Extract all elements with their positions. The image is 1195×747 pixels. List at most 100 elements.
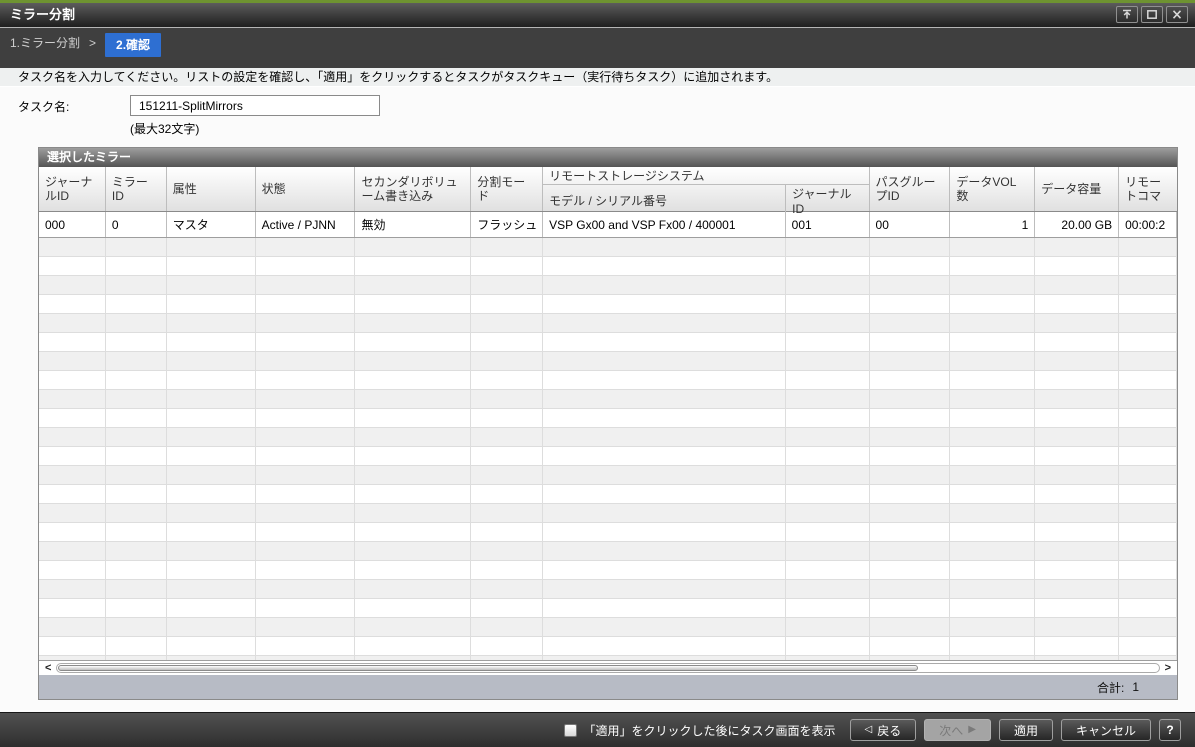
empty-cell bbox=[1035, 428, 1119, 446]
empty-cell bbox=[39, 390, 106, 408]
empty-cell bbox=[256, 485, 356, 503]
empty-cell bbox=[1035, 390, 1119, 408]
empty-cell bbox=[256, 390, 356, 408]
column-header-journal-id[interactable]: ジャーナルID bbox=[39, 167, 106, 211]
empty-cell bbox=[1119, 504, 1177, 522]
empty-cell bbox=[167, 390, 256, 408]
action-bar: 「適用」をクリックした後にタスク画面を表示 ◁ 戻る 次へ ▶ 適用 キャンセル… bbox=[0, 712, 1195, 747]
h-scrollbar[interactable]: < > bbox=[39, 660, 1177, 675]
scroll-left-icon[interactable]: < bbox=[45, 661, 51, 675]
empty-cell bbox=[256, 599, 356, 617]
cell-split-mode: フラッシュ bbox=[471, 212, 543, 237]
empty-cell bbox=[786, 409, 870, 427]
column-header-split-mode[interactable]: 分割モード bbox=[471, 167, 543, 211]
empty-cell bbox=[256, 580, 356, 598]
maximize-button[interactable] bbox=[1141, 6, 1163, 23]
empty-cell bbox=[870, 314, 951, 332]
empty-cell bbox=[1035, 352, 1119, 370]
empty-cell bbox=[950, 390, 1035, 408]
total-value: 1 bbox=[1132, 680, 1139, 694]
empty-cell bbox=[543, 599, 786, 617]
column-header-mirror-id[interactable]: ミラーID bbox=[106, 167, 167, 211]
empty-cell bbox=[786, 314, 870, 332]
table-title: 選択したミラー bbox=[39, 148, 1177, 167]
column-header-data-capacity[interactable]: データ容量 bbox=[1035, 167, 1119, 211]
rollup-icon bbox=[1121, 9, 1133, 20]
h-scrollbar-thumb[interactable] bbox=[58, 665, 918, 671]
column-header-data-vol-count[interactable]: データVOL数 bbox=[950, 167, 1035, 211]
empty-row bbox=[39, 295, 1177, 314]
empty-cell bbox=[106, 390, 167, 408]
empty-row bbox=[39, 352, 1177, 371]
empty-cell bbox=[355, 447, 471, 465]
empty-cell bbox=[256, 295, 356, 313]
breadcrumb-step-1[interactable]: 1.ミラー分割 bbox=[10, 33, 80, 52]
close-button[interactable] bbox=[1166, 6, 1188, 23]
empty-cell bbox=[167, 466, 256, 484]
empty-cell bbox=[1119, 599, 1177, 617]
empty-cell bbox=[1035, 637, 1119, 655]
empty-cell bbox=[471, 561, 543, 579]
empty-cell bbox=[256, 409, 356, 427]
empty-cell bbox=[950, 504, 1035, 522]
empty-cell bbox=[1119, 314, 1177, 332]
empty-cell bbox=[167, 352, 256, 370]
column-header-attribute[interactable]: 属性 bbox=[167, 167, 256, 211]
empty-cell bbox=[39, 523, 106, 541]
scroll-right-icon[interactable]: > bbox=[1165, 661, 1171, 675]
help-button[interactable]: ? bbox=[1159, 719, 1181, 741]
empty-cell bbox=[106, 352, 167, 370]
empty-cell bbox=[870, 637, 951, 655]
empty-cell bbox=[355, 618, 471, 636]
empty-cell bbox=[355, 314, 471, 332]
back-button[interactable]: ◁ 戻る bbox=[850, 719, 917, 741]
empty-cell bbox=[786, 238, 870, 256]
cell-status: Active / PJNN bbox=[256, 212, 356, 237]
next-button[interactable]: 次へ ▶ bbox=[924, 719, 991, 741]
rollup-button[interactable] bbox=[1116, 6, 1138, 23]
empty-cell bbox=[471, 447, 543, 465]
empty-cell bbox=[39, 542, 106, 560]
cancel-button[interactable]: キャンセル bbox=[1061, 719, 1151, 741]
empty-cell bbox=[39, 466, 106, 484]
empty-cell bbox=[1119, 409, 1177, 427]
close-icon bbox=[1171, 9, 1183, 20]
empty-cell bbox=[1035, 618, 1119, 636]
breadcrumb-separator: > bbox=[89, 33, 96, 52]
empty-row bbox=[39, 523, 1177, 542]
empty-cell bbox=[256, 542, 356, 560]
empty-cell bbox=[355, 333, 471, 351]
column-header-remote-command-device[interactable]: リモートコマ bbox=[1119, 167, 1177, 211]
empty-cell bbox=[256, 257, 356, 275]
task-name-input[interactable] bbox=[130, 95, 380, 116]
empty-cell bbox=[950, 447, 1035, 465]
apply-button[interactable]: 適用 bbox=[999, 719, 1053, 741]
column-header-path-group-id[interactable]: パスグループID bbox=[870, 167, 951, 211]
cell-remote-journal-id: 001 bbox=[786, 212, 870, 237]
table-row[interactable]: 000 0 マスタ Active / PJNN 無効 フラッシュ VSP Gx0… bbox=[39, 212, 1177, 238]
empty-cell bbox=[1119, 447, 1177, 465]
empty-cell bbox=[950, 618, 1035, 636]
empty-cell bbox=[39, 580, 106, 598]
empty-cell bbox=[355, 599, 471, 617]
empty-cell bbox=[106, 238, 167, 256]
empty-cell bbox=[167, 295, 256, 313]
empty-cell bbox=[106, 618, 167, 636]
empty-cell bbox=[1119, 428, 1177, 446]
empty-cell bbox=[167, 276, 256, 294]
empty-cell bbox=[870, 238, 951, 256]
empty-cell bbox=[167, 523, 256, 541]
empty-cell bbox=[786, 276, 870, 294]
show-task-screen-checkbox[interactable] bbox=[564, 724, 577, 737]
empty-cell bbox=[256, 352, 356, 370]
empty-cell bbox=[1035, 447, 1119, 465]
h-scrollbar-track[interactable] bbox=[56, 663, 1160, 673]
empty-cell bbox=[543, 504, 786, 522]
empty-cell bbox=[106, 333, 167, 351]
empty-row bbox=[39, 485, 1177, 504]
column-header-secondary-volume-write[interactable]: セカンダリボリューム書き込み bbox=[355, 167, 471, 211]
empty-cell bbox=[167, 504, 256, 522]
empty-cell bbox=[1035, 333, 1119, 351]
column-header-status[interactable]: 状態 bbox=[256, 167, 356, 211]
empty-cell bbox=[870, 485, 951, 503]
